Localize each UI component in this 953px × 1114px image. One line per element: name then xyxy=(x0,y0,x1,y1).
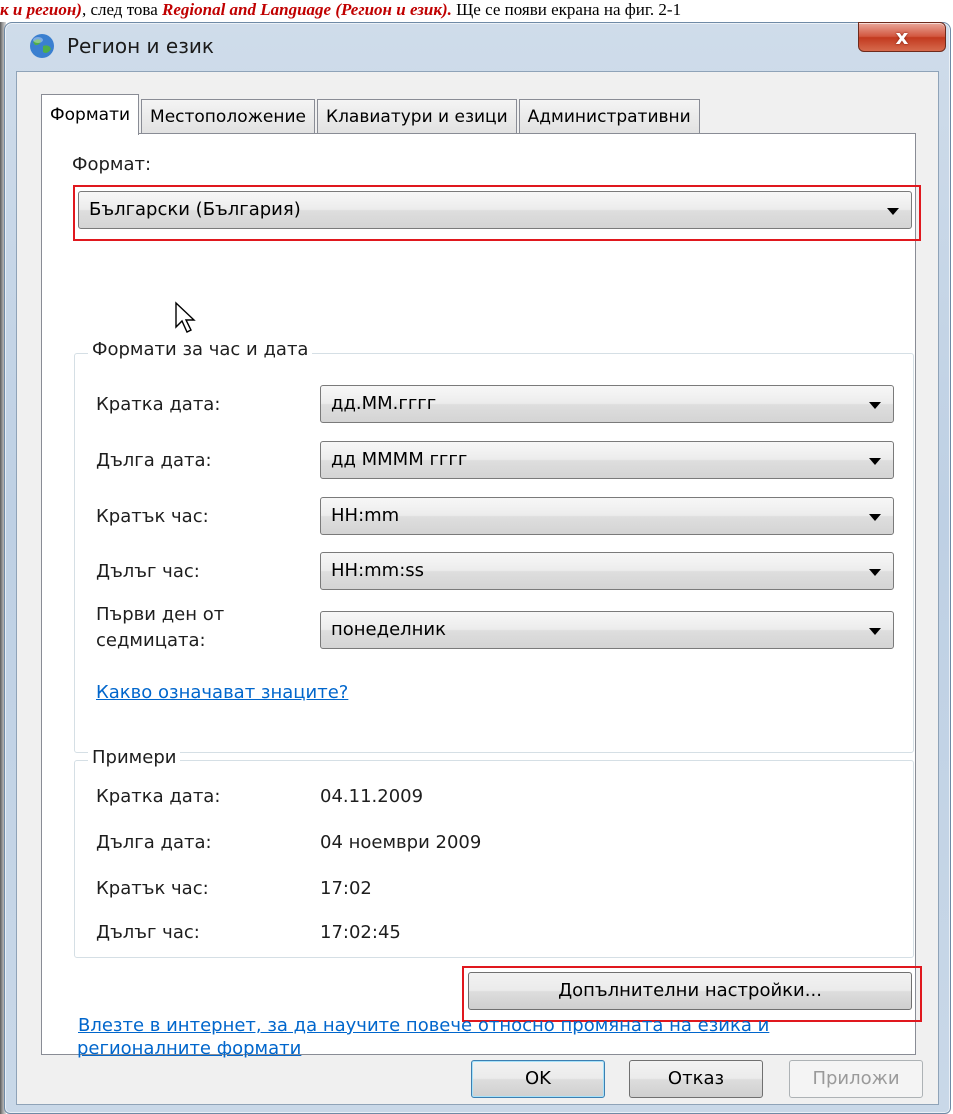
window-title: Регион и език xyxy=(67,34,214,58)
first-day-label-line2: седмицата: xyxy=(96,630,206,651)
examples-title: Примери xyxy=(88,747,181,768)
apply-button[interactable]: Приложи xyxy=(789,1060,923,1098)
long-date-value: дд ММММ гггг xyxy=(331,449,468,470)
example-long-time-value: 17:02:45 xyxy=(320,922,401,943)
datetime-formats-title: Формати за час и дата xyxy=(88,339,313,360)
chevron-down-icon xyxy=(887,208,899,215)
format-dropdown[interactable]: Български (България) xyxy=(78,191,912,229)
tab-formats[interactable]: Формати xyxy=(41,94,140,135)
caption-highlight-1: к и регион) xyxy=(0,0,82,19)
first-day-dropdown[interactable]: понеделник xyxy=(320,611,894,649)
caption-suffix: Ще се появи екрана на фиг. 2-1 xyxy=(451,0,682,19)
example-short-time-value: 17:02 xyxy=(320,878,372,899)
caption-text: , след това xyxy=(81,0,163,19)
tab-location[interactable]: Местоположение xyxy=(141,99,315,134)
long-time-value: HH:mm:ss xyxy=(331,560,425,581)
first-day-label-line1: Първи ден от xyxy=(96,604,225,625)
chevron-down-icon xyxy=(869,628,881,635)
format-dropdown-value: Български (България) xyxy=(89,199,301,220)
example-long-time-label: Дълъг час: xyxy=(96,922,200,943)
online-info-link-line2: регионалните формати xyxy=(77,1038,302,1059)
long-time-label: Дълъг час: xyxy=(96,561,200,582)
example-short-date-label: Кратка дата: xyxy=(96,786,221,807)
example-long-date-value: 04 ноември 2009 xyxy=(320,832,482,853)
short-date-value: дд.ММ.гггг xyxy=(331,393,437,414)
short-time-value: HH:mm xyxy=(331,505,400,526)
additional-settings-button[interactable]: Допълнителни настройки... xyxy=(468,972,912,1010)
symbols-help-link[interactable]: Какво означават знаците? xyxy=(96,682,348,703)
close-icon: x xyxy=(895,25,909,49)
chevron-down-icon xyxy=(869,514,881,521)
short-time-label: Кратък час: xyxy=(96,506,209,527)
dialog-client-area: Формати Местоположение Клавиатури и езиц… xyxy=(16,71,939,1105)
chevron-down-icon xyxy=(869,569,881,576)
caption-highlight-2: Regional and Language (Регион и език). xyxy=(162,0,452,19)
tab-keyboards-languages[interactable]: Клавиатури и езици xyxy=(317,99,517,134)
short-date-dropdown[interactable]: дд.ММ.гггг xyxy=(320,385,894,423)
cancel-button[interactable]: Отказ xyxy=(629,1060,763,1098)
short-time-dropdown[interactable]: HH:mm xyxy=(320,497,894,535)
document-caption: к и регион), след това Regional and Lang… xyxy=(0,0,953,22)
short-date-label: Кратка дата: xyxy=(96,394,221,415)
long-date-dropdown[interactable]: дд ММММ гггг xyxy=(320,441,894,479)
tab-administrative[interactable]: Административни xyxy=(518,99,700,134)
chevron-down-icon xyxy=(869,458,881,465)
example-long-date-label: Дълга дата: xyxy=(96,832,212,853)
long-date-label: Дълга дата: xyxy=(96,450,212,471)
globe-icon xyxy=(30,34,54,58)
chevron-down-icon xyxy=(869,402,881,409)
tab-strip: Формати Местоположение Клавиатури и езиц… xyxy=(41,94,702,135)
example-short-time-label: Кратък час: xyxy=(96,878,209,899)
mouse-pointer-icon xyxy=(175,301,196,333)
example-short-date-value: 04.11.2009 xyxy=(320,786,424,807)
first-day-label: Първи ден от седмицата: xyxy=(96,602,224,654)
region-language-dialog: Регион и език x Формати Местоположение К… xyxy=(4,22,951,1114)
online-info-link-continued[interactable]: регионалните формати xyxy=(77,1035,301,1063)
formats-tab-panel: Формат: Български (България) Формати за … xyxy=(41,133,922,1055)
close-button[interactable]: x xyxy=(858,22,946,52)
long-time-dropdown[interactable]: HH:mm:ss xyxy=(320,552,894,590)
first-day-value: понеделник xyxy=(331,619,446,640)
format-label: Формат: xyxy=(72,154,152,175)
ok-button[interactable]: OK xyxy=(471,1060,605,1098)
